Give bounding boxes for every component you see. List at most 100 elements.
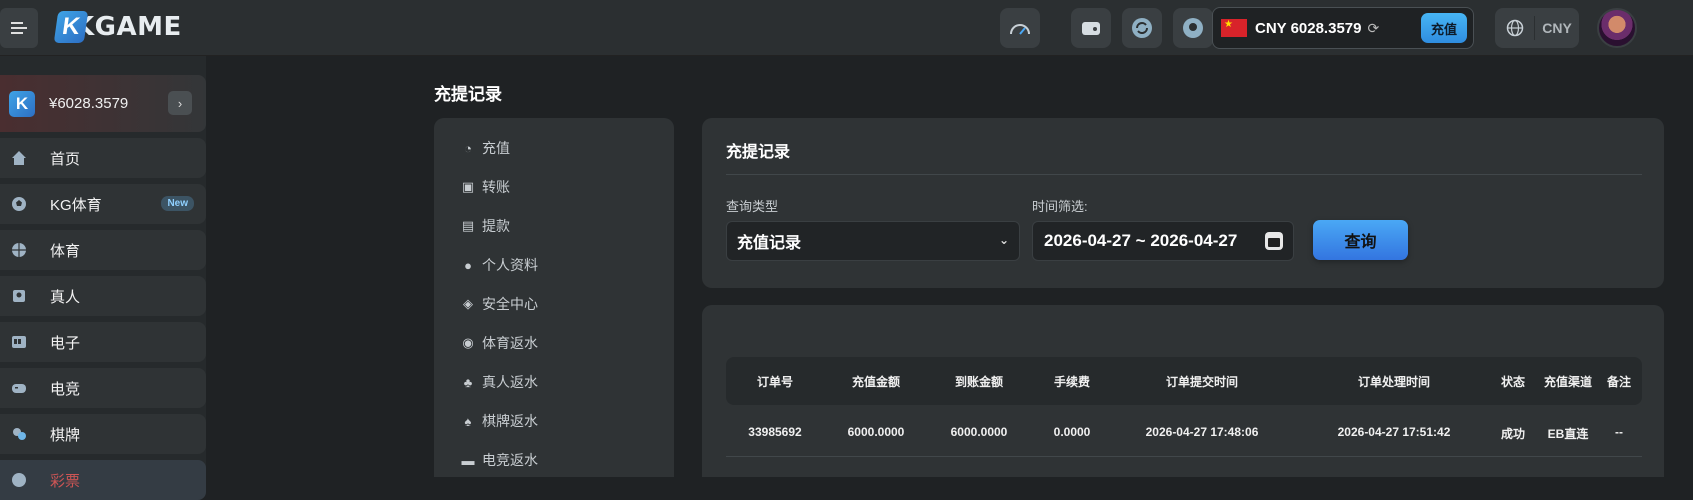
submenu-item-label: 安全中心 (482, 296, 538, 312)
cards-icon: ♠ (464, 413, 472, 429)
submenu-item-label: 充值 (482, 140, 510, 156)
basketball-icon (10, 241, 28, 259)
sidebar-item-label: 棋牌 (50, 426, 81, 444)
submenu-item-profile[interactable]: ● 个人资料 (460, 255, 538, 275)
account-submenu: ◔ 充值 ▣ 转账 ▤ 提款 ● 个人资料 ◈ 安全中心 ◉ 体育返水 ♣ 真人… (434, 118, 674, 477)
gamepad-icon (10, 379, 28, 397)
submenu-item-security[interactable]: ◈ 安全中心 (460, 294, 538, 314)
site-logo[interactable]: K KGAME (53, 11, 182, 43)
sidebar-item-label: 体育 (50, 242, 81, 260)
customer-service-button[interactable] (1173, 8, 1213, 48)
submenu-item-label: 真人返水 (482, 374, 538, 390)
submenu-item-label: 提款 (482, 218, 510, 234)
query-type-value: 充值记录 (737, 235, 802, 252)
table-row: 33985692 6000.0000 6000.0000 0.0000 2026… (726, 405, 1642, 457)
deposit-amount-cell: 6000.0000 (847, 425, 905, 439)
filter-card: 充提记录 查询类型 时间筛选: 充值记录 ⌄ 2026-04-27 ~ 2026… (702, 118, 1664, 288)
sidebar-item-label: KG体育 (50, 196, 102, 214)
submenu-item-label: 电竞返水 (482, 452, 538, 468)
balance-amount: CNY 6028.3579 (1255, 19, 1362, 37)
calendar-icon[interactable] (1265, 232, 1283, 250)
withdraw-icon: ▤ (461, 218, 475, 233)
received-amount-cell: 6000.0000 (950, 425, 1008, 439)
query-type-label: 查询类型 (726, 199, 779, 214)
date-range-input[interactable]: 2026-04-27 ~ 2026-04-27 (1032, 221, 1294, 261)
currency-label: CNY (1542, 20, 1572, 36)
refresh-icon (1132, 18, 1152, 38)
user-avatar[interactable] (1597, 8, 1637, 48)
submenu-item-withdraw[interactable]: ▤ 提款 (460, 216, 510, 236)
sidebar-item-label: 真人 (50, 288, 81, 306)
hamburger-menu-icon (11, 22, 27, 34)
sidebar-item-chess[interactable]: 棋牌 (0, 414, 206, 454)
football-icon (10, 195, 28, 213)
logo-mark: K (53, 11, 89, 43)
query-type-select[interactable]: 充值记录 ⌄ (726, 221, 1020, 261)
piggy-bank-icon: ◔ (464, 140, 472, 156)
user-icon: ● (464, 257, 472, 273)
speedometer-button[interactable] (1000, 8, 1040, 48)
query-button[interactable]: 查询 (1313, 220, 1408, 260)
submenu-item-label: 个人资料 (482, 257, 538, 273)
balance-display: CNY 6028.3579 ⟳ 充值 (1212, 7, 1474, 49)
column-header: 订单提交时间 (1165, 375, 1239, 389)
wallet-icon (1082, 22, 1100, 35)
submenu-item-label: 棋牌返水 (482, 413, 538, 429)
date-range-value: 2026-04-27 ~ 2026-04-27 (1044, 231, 1238, 250)
sidebar-item-label: 彩票 (50, 472, 81, 490)
submit-time-cell: 2026-04-27 17:48:06 (1145, 425, 1259, 439)
process-time-cell: 2026-04-27 17:51:42 (1337, 425, 1451, 439)
speedometer-icon (1010, 24, 1030, 35)
filter-card-title: 充提记录 (726, 144, 791, 161)
channel-cell: EB直连 (1547, 427, 1589, 441)
globe-icon (1495, 16, 1535, 40)
time-filter-label: 时间筛选: (1032, 199, 1088, 214)
balance-refresh-icon[interactable]: ⟳ (1367, 20, 1379, 37)
submenu-item-live-rebate[interactable]: ♣ 真人返水 (460, 372, 538, 392)
records-table-card: 订单号 充值金额 到账金额 手续费 订单提交时间 订单处理时间 状态 充值渠道 … (702, 305, 1664, 477)
sidebar-item-live[interactable]: 真人 (0, 276, 206, 316)
table-header: 订单号 充值金额 到账金额 手续费 订单提交时间 订单处理时间 状态 充值渠道 … (726, 357, 1642, 405)
sidebar-item-slots[interactable]: 电子 (0, 322, 206, 362)
column-header: 订单处理时间 (1357, 375, 1431, 389)
home-icon (10, 149, 28, 167)
column-header: 到账金额 (954, 375, 1004, 389)
sidebar-item-lottery[interactable]: 彩票 (0, 460, 206, 500)
sidebar-item-esports[interactable]: 电竞 (0, 368, 206, 408)
customer-service-icon (1183, 18, 1203, 38)
logo-text: KGAME (74, 12, 182, 42)
order-id-cell: 33985692 (748, 425, 802, 439)
china-flag-icon (1221, 19, 1247, 37)
column-header: 充值渠道 (1543, 375, 1593, 389)
slot-machine-icon (10, 333, 28, 351)
sidebar-item-label: 首页 (50, 150, 81, 168)
submenu-item-label: 转账 (482, 179, 510, 195)
submenu-item-sports-rebate[interactable]: ◉ 体育返水 (460, 333, 538, 353)
submenu-item-chess-rebate[interactable]: ♠ 棋牌返水 (460, 411, 538, 431)
submenu-item-transfer[interactable]: ▣ 转账 (460, 177, 510, 197)
language-currency-selector[interactable]: CNY (1495, 8, 1579, 48)
divider (726, 174, 1642, 175)
transfer-icon: ▣ (461, 179, 475, 194)
recharge-button[interactable]: 充值 (1421, 13, 1467, 43)
submenu-item-esports-rebate[interactable]: ▬ 电竞返水 (460, 450, 539, 470)
sidebar-item-kg-sports[interactable]: KG体育 New (0, 184, 206, 224)
submenu-item-label: 体育返水 (482, 335, 538, 351)
menu-toggle-button[interactable] (0, 8, 38, 48)
wallet-button[interactable] (1071, 8, 1111, 48)
column-header: 充值金额 (851, 375, 901, 389)
lottery-icon (10, 471, 28, 489)
wallet-amount: ¥6028.3579 (49, 95, 129, 112)
sidebar-item-home[interactable]: 首页 (0, 138, 206, 178)
column-header: 备注 (1606, 375, 1632, 389)
sidebar-item-sports[interactable]: 体育 (0, 230, 206, 270)
sidebar-wallet-card[interactable]: K ¥6028.3579 › (0, 75, 206, 132)
remark-cell: -- (1615, 425, 1623, 439)
chips-icon: ♣ (463, 374, 473, 390)
chevron-right-icon[interactable]: › (168, 91, 192, 115)
submenu-item-deposit[interactable]: ◔ 充值 (460, 138, 510, 158)
refresh-balance-button[interactable] (1122, 8, 1162, 48)
status-cell: 成功 (1500, 427, 1526, 441)
column-header: 状态 (1500, 375, 1526, 389)
column-header: 订单号 (756, 375, 794, 389)
